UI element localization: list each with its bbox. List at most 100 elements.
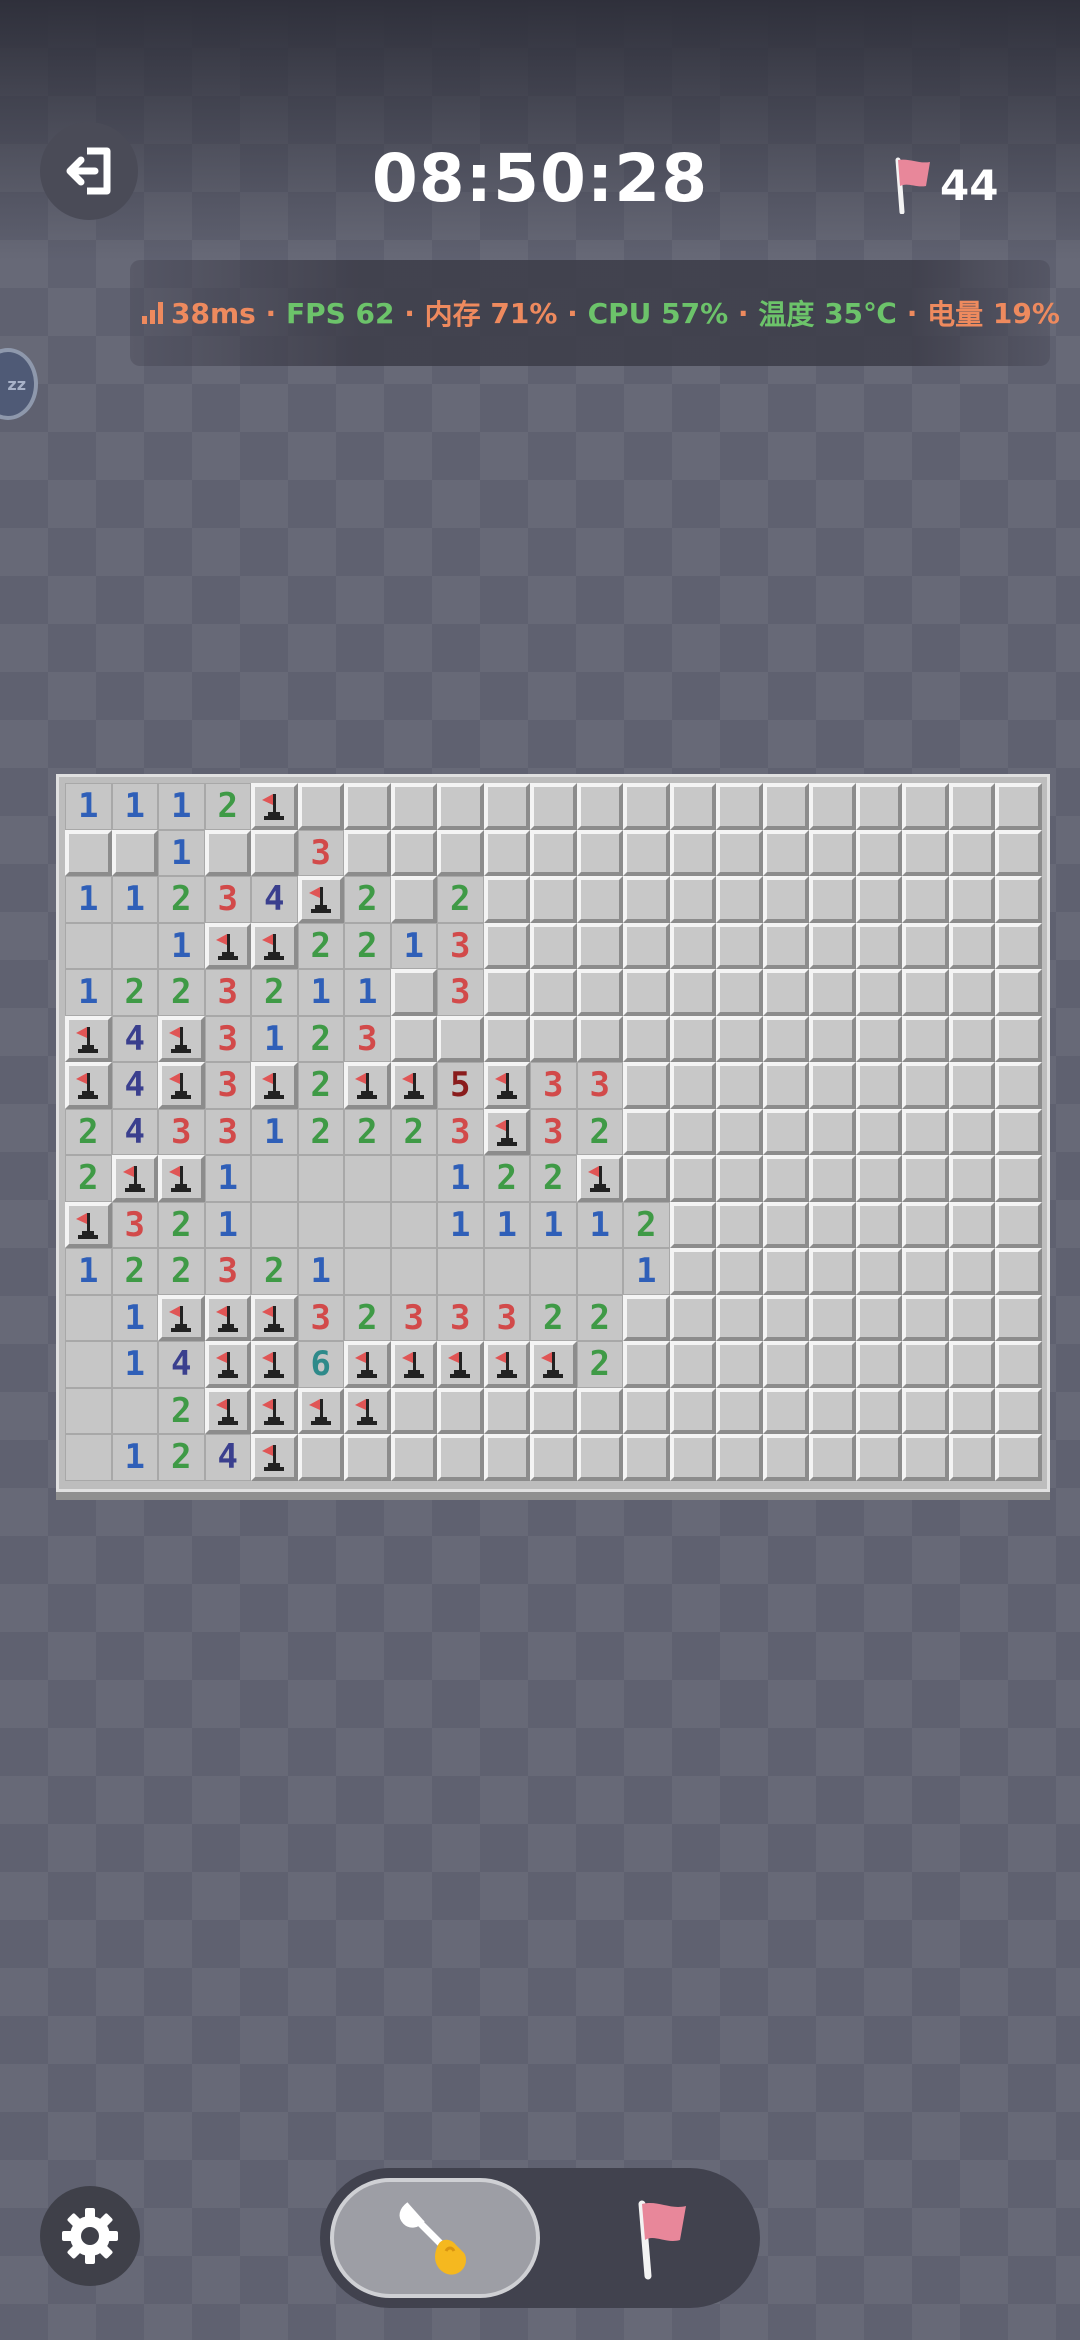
floating-sleep-bubble[interactable]: zz [0, 348, 38, 420]
flagged-cell[interactable] [158, 1294, 205, 1341]
empty-cell[interactable] [297, 1201, 344, 1248]
flagged-cell[interactable] [297, 876, 344, 923]
unrevealed-cell[interactable] [623, 1294, 670, 1341]
unrevealed-cell[interactable] [390, 1015, 437, 1062]
unrevealed-cell[interactable] [669, 1108, 716, 1155]
number-cell[interactable]: 2 [297, 1062, 344, 1109]
unrevealed-cell[interactable] [623, 922, 670, 969]
unrevealed-cell[interactable] [855, 1062, 902, 1109]
unrevealed-cell[interactable] [530, 969, 577, 1016]
unrevealed-cell[interactable] [995, 1108, 1042, 1155]
number-cell[interactable]: 1 [251, 1108, 298, 1155]
unrevealed-cell[interactable] [623, 783, 670, 830]
number-cell[interactable]: 2 [158, 1387, 205, 1434]
unrevealed-cell[interactable] [716, 1201, 763, 1248]
unrevealed-cell[interactable] [809, 1341, 856, 1388]
empty-cell[interactable] [390, 1155, 437, 1202]
number-cell[interactable]: 2 [344, 1108, 391, 1155]
flagged-cell[interactable] [437, 1341, 484, 1388]
number-cell[interactable]: 1 [111, 1294, 158, 1341]
unrevealed-cell[interactable] [948, 1015, 995, 1062]
unrevealed-cell[interactable] [530, 829, 577, 876]
number-cell[interactable]: 2 [158, 1248, 205, 1295]
unrevealed-cell[interactable] [297, 783, 344, 830]
unrevealed-cell[interactable] [809, 1248, 856, 1295]
number-cell[interactable]: 2 [65, 1155, 112, 1202]
number-cell[interactable]: 1 [344, 969, 391, 1016]
unrevealed-cell[interactable] [623, 1015, 670, 1062]
unrevealed-cell[interactable] [995, 1341, 1042, 1388]
flagged-cell[interactable] [251, 1387, 298, 1434]
unrevealed-cell[interactable] [855, 1201, 902, 1248]
flagged-cell[interactable] [65, 1201, 112, 1248]
unrevealed-cell[interactable] [902, 1108, 949, 1155]
number-cell[interactable]: 1 [530, 1201, 577, 1248]
unrevealed-cell[interactable] [809, 1015, 856, 1062]
unrevealed-cell[interactable] [716, 1248, 763, 1295]
number-cell[interactable]: 2 [204, 783, 251, 830]
number-cell[interactable]: 2 [297, 922, 344, 969]
flagged-cell[interactable] [390, 1341, 437, 1388]
number-cell[interactable]: 2 [158, 969, 205, 1016]
empty-cell[interactable] [65, 1341, 112, 1388]
flagged-cell[interactable] [530, 1341, 577, 1388]
unrevealed-cell[interactable] [669, 1062, 716, 1109]
unrevealed-cell[interactable] [669, 922, 716, 969]
flagged-cell[interactable] [251, 922, 298, 969]
number-cell[interactable]: 4 [251, 876, 298, 923]
unrevealed-cell[interactable] [995, 1062, 1042, 1109]
unrevealed-cell[interactable] [995, 1015, 1042, 1062]
unrevealed-cell[interactable] [948, 1201, 995, 1248]
unrevealed-cell[interactable] [762, 1294, 809, 1341]
number-cell[interactable]: 3 [390, 1294, 437, 1341]
number-cell[interactable]: 2 [111, 1248, 158, 1295]
unrevealed-cell[interactable] [948, 1387, 995, 1434]
number-cell[interactable]: 1 [576, 1201, 623, 1248]
number-cell[interactable]: 3 [437, 969, 484, 1016]
flagged-cell[interactable] [111, 1155, 158, 1202]
unrevealed-cell[interactable] [809, 922, 856, 969]
unrevealed-cell[interactable] [576, 1015, 623, 1062]
unrevealed-cell[interactable] [483, 969, 530, 1016]
unrevealed-cell[interactable] [809, 1062, 856, 1109]
number-cell[interactable]: 3 [437, 922, 484, 969]
flagged-cell[interactable] [251, 1062, 298, 1109]
empty-cell[interactable] [437, 1248, 484, 1295]
unrevealed-cell[interactable] [251, 829, 298, 876]
number-cell[interactable]: 2 [297, 1015, 344, 1062]
unrevealed-cell[interactable] [623, 876, 670, 923]
empty-cell[interactable] [344, 1248, 391, 1295]
number-cell[interactable]: 1 [437, 1201, 484, 1248]
unrevealed-cell[interactable] [437, 1387, 484, 1434]
unrevealed-cell[interactable] [716, 829, 763, 876]
unrevealed-cell[interactable] [948, 1248, 995, 1295]
unrevealed-cell[interactable] [390, 969, 437, 1016]
unrevealed-cell[interactable] [716, 876, 763, 923]
unrevealed-cell[interactable] [762, 1155, 809, 1202]
unrevealed-cell[interactable] [716, 1015, 763, 1062]
unrevealed-cell[interactable] [902, 969, 949, 1016]
unrevealed-cell[interactable] [669, 1387, 716, 1434]
unrevealed-cell[interactable] [437, 1015, 484, 1062]
unrevealed-cell[interactable] [902, 1201, 949, 1248]
number-cell[interactable]: 2 [251, 969, 298, 1016]
flagged-cell[interactable] [158, 1015, 205, 1062]
unrevealed-cell[interactable] [809, 1294, 856, 1341]
unrevealed-cell[interactable] [809, 783, 856, 830]
unrevealed-cell[interactable] [204, 829, 251, 876]
number-cell[interactable]: 2 [530, 1155, 577, 1202]
unrevealed-cell[interactable] [716, 969, 763, 1016]
number-cell[interactable]: 1 [111, 1434, 158, 1481]
flagged-cell[interactable] [65, 1062, 112, 1109]
number-cell[interactable]: 3 [530, 1062, 577, 1109]
number-cell[interactable]: 1 [158, 922, 205, 969]
dig-mode-button[interactable] [330, 2178, 540, 2298]
unrevealed-cell[interactable] [948, 1062, 995, 1109]
unrevealed-cell[interactable] [809, 1108, 856, 1155]
flagged-cell[interactable] [158, 1062, 205, 1109]
unrevealed-cell[interactable] [669, 969, 716, 1016]
unrevealed-cell[interactable] [483, 783, 530, 830]
number-cell[interactable]: 4 [158, 1341, 205, 1388]
number-cell[interactable]: 3 [204, 876, 251, 923]
unrevealed-cell[interactable] [530, 783, 577, 830]
